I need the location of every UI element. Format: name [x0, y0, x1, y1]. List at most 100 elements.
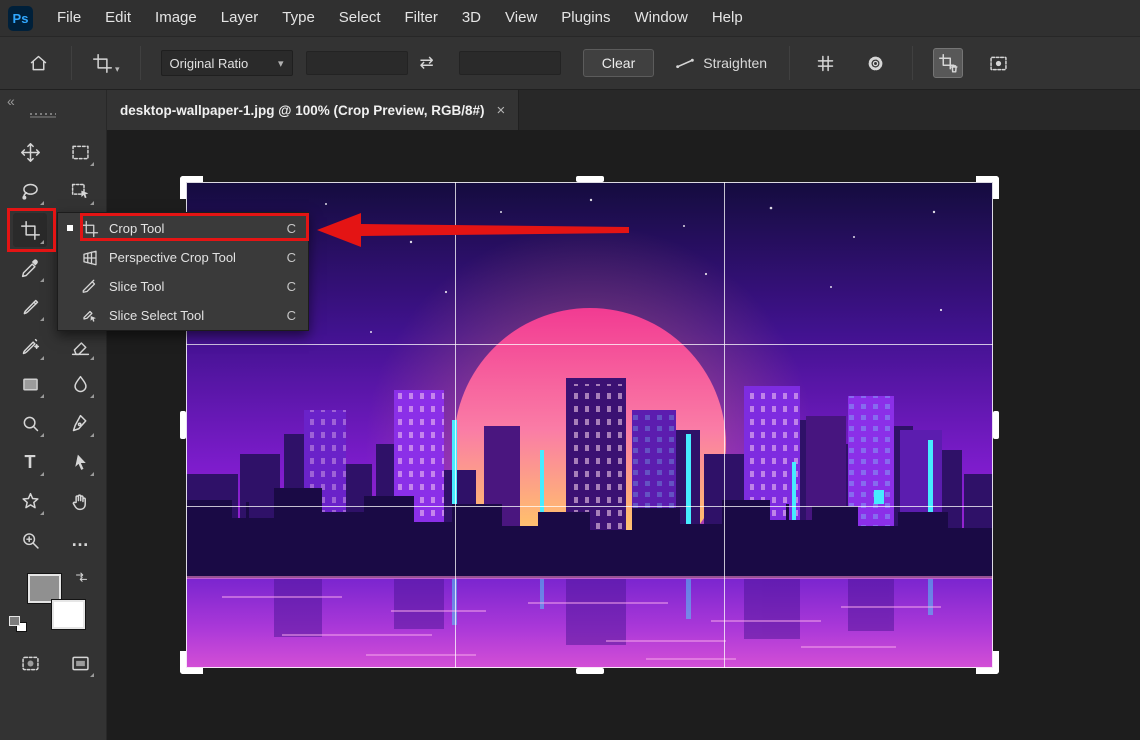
rectangle-tool[interactable]: [13, 367, 47, 401]
photoshop-window: { "app": { "logo": "Ps" }, "menubar": { …: [0, 0, 1140, 740]
aspect-ratio-select[interactable]: Original Ratio ▾: [161, 50, 293, 76]
document-tab[interactable]: desktop-wallpaper-1.jpg @ 100% (Crop Pre…: [107, 90, 519, 130]
slice-tool-icon: [81, 278, 99, 296]
edit-toolbar-button[interactable]: …: [63, 523, 97, 557]
menu-item-slice-tool[interactable]: Slice Tool C: [58, 272, 308, 301]
swap-colors-icon: [74, 570, 89, 585]
clear-button[interactable]: Clear: [583, 49, 654, 77]
menu-item-crop-tool[interactable]: Crop Tool C: [58, 214, 308, 243]
eyedropper-tool-icon: [20, 258, 41, 279]
menu-item-perspective-crop-tool[interactable]: Perspective Crop Tool C: [58, 243, 308, 272]
dodge-tool-icon: [20, 413, 41, 434]
menu-layer[interactable]: Layer: [209, 0, 271, 36]
crop-handle-left[interactable]: [180, 411, 186, 439]
crop-handle-bottom-left[interactable]: [180, 651, 203, 674]
eraser-tool[interactable]: [63, 329, 97, 363]
crop-handle-top-right[interactable]: [976, 176, 999, 199]
pen-tool-icon: [70, 413, 91, 434]
type-tool[interactable]: T: [13, 445, 47, 479]
overlay-options-button[interactable]: [810, 48, 840, 78]
path-selection-tool[interactable]: [63, 445, 97, 479]
crop-handle-right[interactable]: [993, 411, 999, 439]
crop-tool-icon: [81, 220, 99, 238]
menu-item-label: Crop Tool: [109, 221, 279, 236]
crop-width-input[interactable]: [306, 51, 408, 75]
crop-tool-preset-button[interactable]: ▾: [92, 53, 120, 74]
photoshop-logo[interactable]: Ps: [8, 6, 33, 31]
quick-mask-button[interactable]: [13, 646, 47, 680]
menu-item-shortcut: C: [287, 250, 296, 265]
type-tool-icon: T: [25, 453, 36, 471]
object-selection-tool[interactable]: [63, 174, 97, 208]
ellipsis-icon: …: [71, 531, 89, 549]
foreground-color-swatch[interactable]: [28, 574, 61, 603]
crop-height-input[interactable]: [459, 51, 561, 75]
menu-plugins[interactable]: Plugins: [549, 0, 622, 36]
menu-select[interactable]: Select: [327, 0, 393, 36]
shape-tool[interactable]: [13, 484, 47, 518]
menu-help[interactable]: Help: [700, 0, 755, 36]
swap-colors-button[interactable]: [74, 570, 89, 585]
menu-file[interactable]: File: [45, 0, 93, 36]
crop-handle-top[interactable]: [576, 176, 604, 182]
delete-cropped-pixels-toggle[interactable]: [933, 48, 963, 78]
brush-tool[interactable]: [13, 290, 47, 324]
eyedropper-tool[interactable]: [13, 251, 47, 285]
menu-item-slice-select-tool[interactable]: Slice Select Tool C: [58, 301, 308, 330]
straighten-icon: [674, 52, 696, 74]
close-tab-icon[interactable]: ×: [497, 102, 506, 119]
menu-view[interactable]: View: [493, 0, 549, 36]
crop-settings-button[interactable]: [860, 48, 890, 78]
menu-item-label: Slice Tool: [109, 279, 279, 294]
separator: [789, 46, 790, 80]
content-aware-icon: [988, 53, 1009, 74]
dodge-tool[interactable]: [13, 406, 47, 440]
default-colors-button[interactable]: [9, 616, 27, 632]
screen-mode-icon: [70, 653, 91, 674]
screen-mode-button[interactable]: [63, 646, 97, 680]
panel-grip-handle[interactable]: [30, 113, 56, 115]
collapse-panel-button[interactable]: «: [7, 93, 15, 109]
pen-tool[interactable]: [63, 406, 97, 440]
grid-overlay-icon: [815, 53, 836, 74]
blur-tool[interactable]: [63, 367, 97, 401]
menu-item-shortcut: C: [287, 279, 296, 294]
menu-window[interactable]: Window: [622, 0, 699, 36]
move-tool[interactable]: [13, 135, 47, 169]
menu-filter[interactable]: Filter: [393, 0, 450, 36]
home-icon: [28, 53, 49, 74]
delete-cropped-pixels-icon: [938, 53, 959, 74]
menu-image[interactable]: Image: [143, 0, 209, 36]
color-swatches: [0, 570, 107, 640]
crop-tool[interactable]: [13, 213, 47, 247]
zoom-tool[interactable]: [13, 523, 47, 557]
crop-handle-bottom[interactable]: [576, 668, 604, 674]
content-aware-toggle[interactable]: [983, 48, 1013, 78]
marquee-tool-icon: [70, 142, 91, 163]
menu-3d[interactable]: 3D: [450, 0, 493, 36]
crop-handle-top-left[interactable]: [180, 176, 203, 199]
menu-item-label: Slice Select Tool: [109, 308, 279, 323]
chevron-down-icon: ▾: [115, 64, 120, 74]
straighten-button[interactable]: Straighten: [674, 52, 767, 74]
shape-tool-icon: [20, 491, 41, 512]
crop-handle-bottom-right[interactable]: [976, 651, 999, 674]
aspect-ratio-value: Original Ratio: [170, 56, 249, 71]
history-brush-tool-icon: [20, 336, 41, 357]
active-tool-indicator: [66, 272, 81, 301]
marquee-tool[interactable]: [63, 135, 97, 169]
history-brush-tool[interactable]: [13, 329, 47, 363]
home-button[interactable]: [28, 53, 49, 74]
separator: [71, 46, 72, 80]
active-tool-indicator: [66, 214, 81, 243]
hand-tool[interactable]: [63, 484, 97, 518]
background-color-swatch[interactable]: [52, 600, 85, 629]
menu-item-shortcut: C: [287, 221, 296, 236]
lasso-tool[interactable]: [13, 174, 47, 208]
swap-dimensions-button[interactable]: ⇄: [420, 53, 434, 73]
menu-edit[interactable]: Edit: [93, 0, 143, 36]
separator: [912, 46, 913, 80]
menu-type[interactable]: Type: [270, 0, 327, 36]
active-tool-indicator: [66, 243, 81, 272]
crop-icon: [92, 53, 113, 74]
